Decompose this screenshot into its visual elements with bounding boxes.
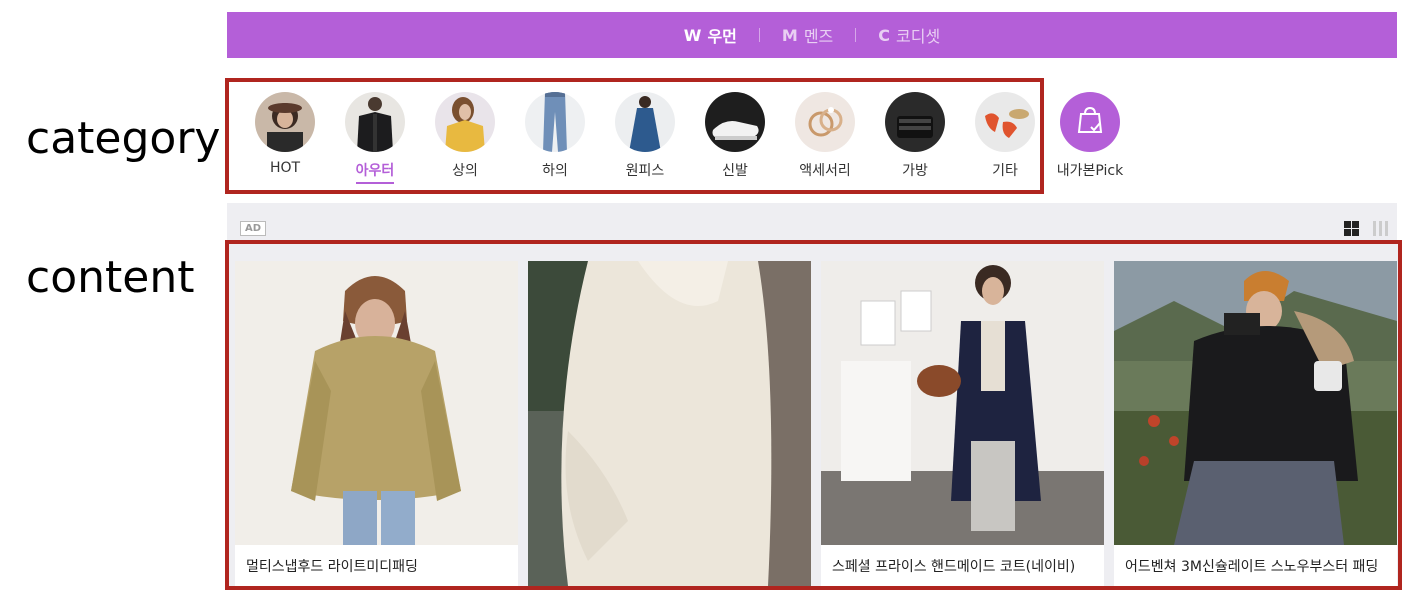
category-label: 신발 <box>722 163 748 179</box>
product-card[interactable]: 멀티스냅후드 라이트미디패딩 <box>235 261 518 586</box>
category-row: HOT 아우터 상의 하의 원피스 신발 액세서리 가방 기타 내가본Pick <box>240 92 1130 184</box>
category-label: 하의 <box>542 163 568 179</box>
product-image <box>235 261 518 545</box>
category-label: 아우터 <box>355 160 395 184</box>
annotation-category-label: category <box>26 113 221 164</box>
tab-divider <box>855 28 857 42</box>
top-nav-bar: W 우먼 M 멘즈 C 코디셋 <box>227 12 1397 58</box>
tab-women-label: 우먼 <box>707 27 737 46</box>
category-label: 가방 <box>902 163 928 179</box>
tab-men-letter: M <box>781 25 798 45</box>
category-label: 원피스 <box>625 163 665 179</box>
category-label: 기타 <box>992 163 1018 179</box>
product-title: 어드벤쳐 3M신슐레이트 스노우부스터 패딩 <box>1125 559 1379 575</box>
category-onepiece-image <box>615 92 675 152</box>
product-title: 멀티스냅후드 라이트미디패딩 <box>246 559 418 575</box>
product-title: 스페셜 프라이스 핸드메이드 코트(네이비) <box>832 559 1076 575</box>
tab-coordiset-letter: C <box>878 25 891 45</box>
tab-divider <box>758 28 760 42</box>
ad-strip: AD <box>227 203 1397 241</box>
category-shoes[interactable]: 신발 <box>690 92 780 184</box>
category-outer[interactable]: 아우터 <box>330 92 420 184</box>
ad-badge: AD <box>240 221 267 236</box>
tab-women-letter: W <box>683 25 702 45</box>
category-etc-image <box>975 92 1035 152</box>
category-top-image <box>435 92 495 152</box>
category-accessory[interactable]: 액세서리 <box>780 92 870 184</box>
category-bottom-image <box>525 92 585 152</box>
tab-women[interactable]: W 우먼 <box>684 23 737 47</box>
annotation-content-label: content <box>26 252 195 303</box>
product-image <box>528 261 811 586</box>
product-card[interactable]: 스페셜 프라이스 핸드메이드 코트(네이비) <box>821 261 1104 586</box>
product-image <box>821 261 1104 545</box>
category-etc[interactable]: 기타 <box>960 92 1050 184</box>
product-grid: 멀티스냅후드 라이트미디패딩 스페셜 프라이스 핸드메이드 코트(네이비) 어드… <box>229 244 1398 586</box>
tab-coordiset[interactable]: C 코디셋 <box>878 23 940 47</box>
tab-coordiset-label: 코디셋 <box>896 27 941 46</box>
category-accessory-image <box>795 92 855 152</box>
my-viewed-pick[interactable]: 내가본Pick <box>1050 92 1130 184</box>
product-card[interactable] <box>528 261 811 586</box>
viewed-pick-icon <box>1060 92 1120 152</box>
category-top[interactable]: 상의 <box>420 92 510 184</box>
column-view-icon[interactable] <box>1373 221 1388 236</box>
category-shoes-image <box>705 92 765 152</box>
category-bottom[interactable]: 하의 <box>510 92 600 184</box>
category-hot-image <box>255 92 315 152</box>
category-label: 상의 <box>452 163 478 179</box>
viewed-pick-label: 내가본Pick <box>1056 163 1124 179</box>
category-hot[interactable]: HOT <box>240 92 330 184</box>
product-card[interactable]: 어드벤쳐 3M신슐레이트 스노우부스터 패딩 <box>1114 261 1397 586</box>
category-outer-image <box>345 92 405 152</box>
category-bag[interactable]: 가방 <box>870 92 960 184</box>
product-image <box>1114 261 1397 545</box>
tab-men-label: 멘즈 <box>803 27 834 46</box>
category-label: HOT <box>269 160 301 176</box>
grid-view-icon[interactable] <box>1344 221 1359 236</box>
category-label: 액세서리 <box>799 163 851 179</box>
category-onepiece[interactable]: 원피스 <box>600 92 690 184</box>
tab-men[interactable]: M 멘즈 <box>782 23 833 47</box>
category-bag-image <box>885 92 945 152</box>
